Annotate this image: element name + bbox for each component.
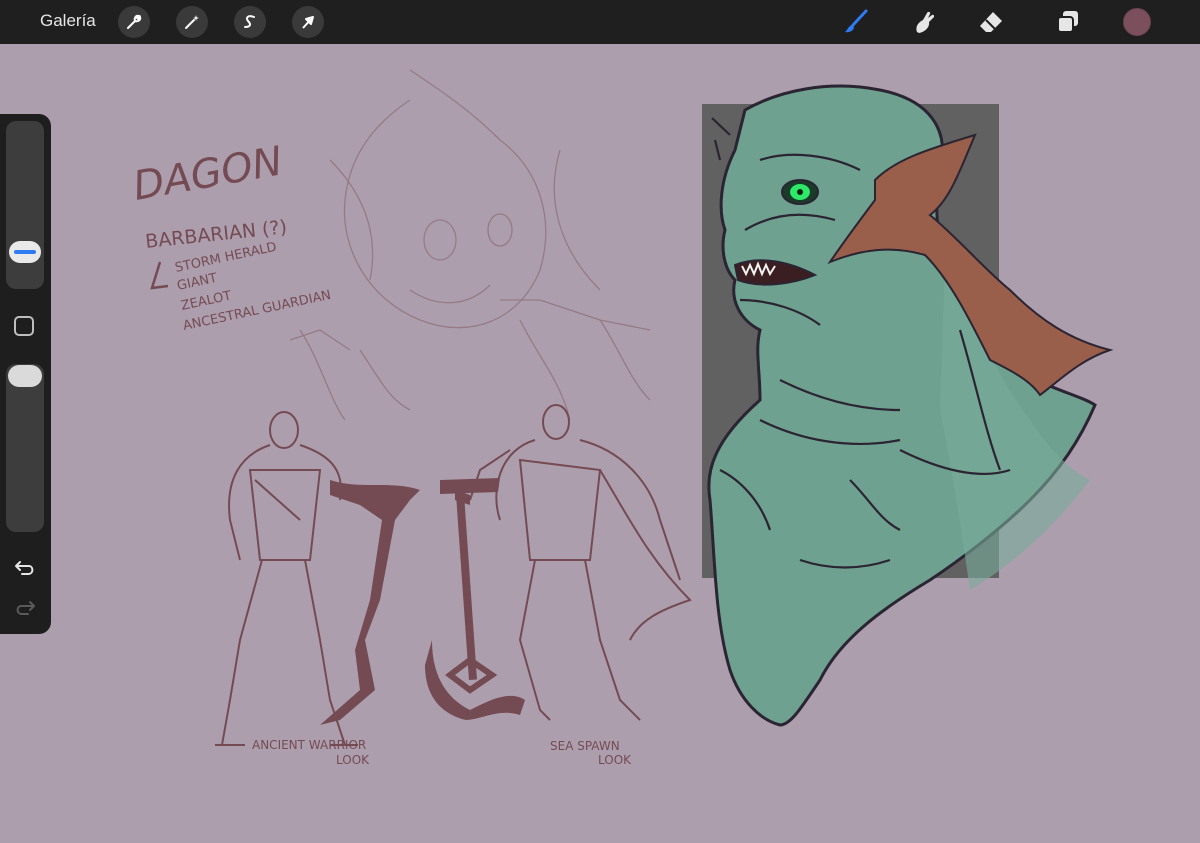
note-name: DAGON [130, 138, 286, 209]
magic-wand-icon[interactable] [176, 6, 208, 38]
artwork: DAGON BARBARIAN (?) STORM HERALD GIANT Z… [130, 69, 1114, 767]
smudge-icon[interactable] [907, 4, 943, 40]
brush-size-handle[interactable] [9, 241, 41, 263]
layers-icon[interactable] [1050, 4, 1086, 40]
undo-arrow-icon[interactable] [13, 556, 37, 580]
selection-s-icon[interactable] [234, 6, 266, 38]
gallery-button[interactable]: Galería [40, 11, 96, 31]
transform-arrow-icon[interactable] [292, 6, 324, 38]
caption-sea-spawn-line1: SEA SPAWN [550, 739, 620, 753]
sea-spawn-figure [469, 404, 692, 721]
wrench-icon[interactable] [118, 6, 150, 38]
opacity-slider[interactable] [6, 364, 44, 532]
creature-portrait [707, 84, 1114, 727]
brush-size-slider[interactable] [6, 121, 44, 289]
caption-sea-spawn-line2: LOOK [598, 753, 632, 767]
caption-ancient-warrior-line2: LOOK [336, 753, 370, 767]
lightning-weapon [320, 480, 420, 725]
brush-sidebar [0, 114, 51, 634]
note-bracket [150, 261, 169, 290]
eyedropper-square-button[interactable] [14, 316, 34, 336]
rough-head-sketch [289, 69, 651, 421]
brush-size-indicator [14, 250, 36, 254]
eraser-icon[interactable] [973, 4, 1009, 40]
redo-arrow-icon[interactable] [13, 596, 37, 620]
top-toolbar: Galería [0, 0, 1200, 44]
drawing-canvas[interactable]: DAGON BARBARIAN (?) STORM HERALD GIANT Z… [0, 44, 1200, 838]
brush-icon[interactable] [838, 4, 874, 40]
color-picker-swatch[interactable] [1123, 8, 1151, 36]
caption-ancient-warrior-line1: ANCIENT WARRIOR [252, 738, 366, 752]
ancient-warrior-figure [215, 411, 358, 746]
opacity-handle[interactable] [8, 365, 42, 387]
anchor-weapon [425, 478, 525, 720]
